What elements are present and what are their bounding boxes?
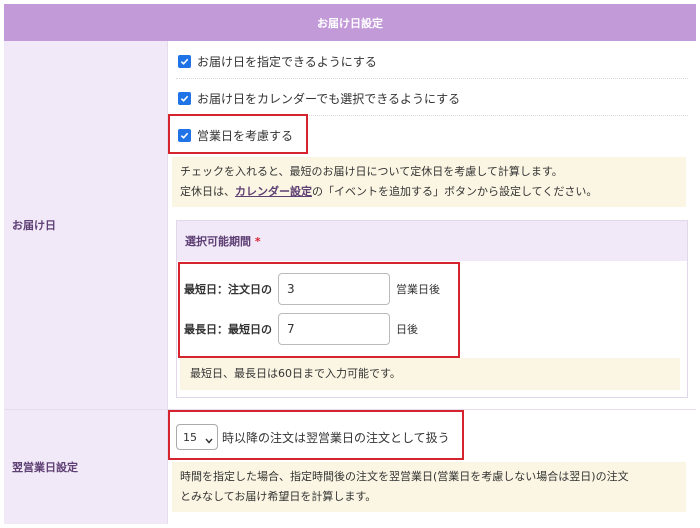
hint-text: 最短日、最長日は60日まで入力可能です。 (190, 367, 401, 380)
next-business-day-label: 翌営業日設定 (12, 461, 78, 474)
option-label: お届け日をカレンダーでも選択できるようにする (197, 92, 461, 106)
highlight-box (168, 114, 308, 154)
divider (176, 78, 688, 79)
option-specify-delivery-date[interactable]: お届け日を指定できるようにする (178, 53, 377, 70)
highlight-box (178, 262, 460, 358)
delivery-label-cell: お届け日 (4, 41, 168, 409)
required-mark: * (254, 235, 261, 248)
panel-title: 選択可能期間 * (177, 221, 687, 261)
option-label: お届け日を指定できるようにする (197, 55, 377, 69)
business-day-note: チェックを入れると、最短のお届け日について定休日を考慮して計算します。 定休日は… (172, 157, 686, 207)
section-header: お届け日設定 (4, 4, 696, 41)
note-line-2: 定休日は、カレンダー設定の「イベントを追加する」ボタンから設定してください。 (180, 182, 678, 202)
next-business-day-note: 時間を指定した場合、指定時間後の注文を翌営業日(営業日を考慮しない場合は翌日)の… (172, 462, 686, 512)
checkbox-checked-icon[interactable] (178, 55, 191, 68)
header-title: お届け日設定 (317, 16, 383, 30)
note-line-1: 時間を指定した場合、指定時間後の注文を翌営業日(営業日を考慮しない場合は翌日)の… (180, 470, 629, 483)
period-title: 選択可能期間 (185, 235, 251, 248)
next-business-day-label-cell: 翌営業日設定 (4, 410, 168, 524)
period-hint: 最短日、最長日は60日まで入力可能です。 (180, 358, 680, 390)
highlight-box (168, 410, 464, 460)
note-text: の「イベントを追加する」ボタンから設定してください。 (312, 185, 598, 198)
delivery-label: お届け日 (12, 219, 56, 232)
note-line-1: チェックを入れると、最短のお届け日について定休日を考慮して計算します。 (180, 165, 563, 178)
option-calendar-select[interactable]: お届け日をカレンダーでも選択できるようにする (178, 90, 460, 107)
note-text: 定休日は、 (180, 185, 235, 198)
calendar-settings-link[interactable]: カレンダー設定 (235, 185, 312, 198)
delivery-settings-form: お届け日設定 お届け日 翌営業日設定 お届け日を指定できるようにする お届け日を… (0, 0, 700, 528)
checkbox-checked-icon[interactable] (178, 92, 191, 105)
note-line-2: とみなしてお届け希望日を計算します。 (180, 490, 377, 503)
